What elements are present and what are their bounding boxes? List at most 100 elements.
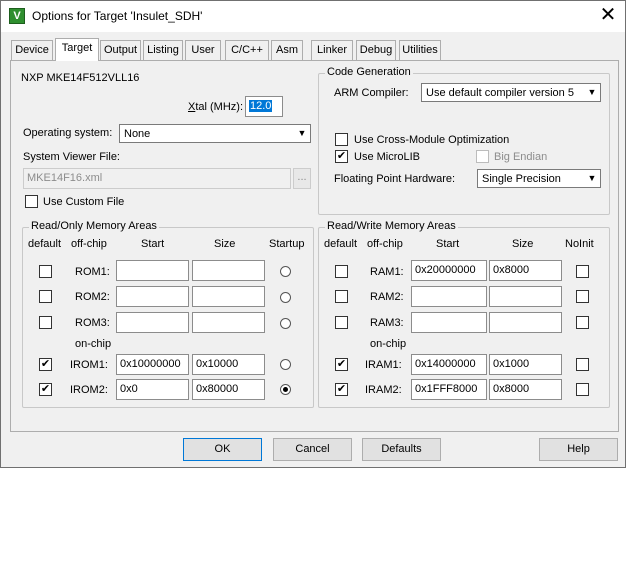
os-label: Operating system:	[23, 127, 113, 139]
window-title: Options for Target 'Insulet_SDH'	[32, 9, 203, 23]
help-button[interactable]: Help	[539, 438, 618, 461]
ram2-noinit-checkbox[interactable]	[576, 290, 589, 303]
close-button[interactable]: ✕	[593, 3, 623, 29]
target-tab-panel: NXP MKE14F512VLL16 Xtal (MHz): 12.0 Oper…	[10, 60, 619, 432]
big-endian-label: Big Endian	[494, 151, 548, 163]
irom2-startup-radio[interactable]	[280, 384, 291, 395]
tab-output[interactable]: Output	[100, 40, 141, 60]
rom2-startup-radio[interactable]	[280, 292, 291, 303]
irom1-size-input[interactable]: 0x10000	[192, 354, 265, 375]
ram1-default-checkbox[interactable]	[335, 265, 348, 278]
tab-user[interactable]: User	[185, 40, 221, 60]
chevron-down-icon: ▼	[297, 128, 307, 138]
rom2-label: ROM2:	[75, 291, 110, 303]
ram1-start-input[interactable]: 0x20000000	[411, 260, 487, 281]
rom-header-default: default	[28, 238, 62, 250]
ram-header-default: default	[324, 238, 358, 250]
irom1-default-checkbox[interactable]: ✔	[39, 358, 52, 371]
irom1-start-input[interactable]: 0x10000000	[116, 354, 189, 375]
ram3-noinit-checkbox[interactable]	[576, 316, 589, 329]
tab-utilities[interactable]: Utilities	[399, 40, 441, 60]
rom3-default-checkbox[interactable]	[39, 316, 52, 329]
ram2-label: RAM2:	[370, 291, 404, 303]
rom-onchip-label: on-chip	[75, 338, 112, 350]
rom3-startup-radio[interactable]	[280, 318, 291, 329]
rom2-size-input[interactable]	[192, 286, 265, 307]
tab-c-cpp[interactable]: C/C++	[225, 40, 269, 60]
rom3-label: ROM3:	[75, 317, 110, 329]
iram1-size-input[interactable]: 0x1000	[489, 354, 562, 375]
rom2-start-input[interactable]	[116, 286, 189, 307]
options-dialog: V Options for Target 'Insulet_SDH' ✕ Dev…	[0, 0, 626, 468]
iram1-default-checkbox[interactable]: ✔	[335, 358, 348, 371]
ram3-start-input[interactable]	[411, 312, 487, 333]
ram3-default-checkbox[interactable]	[335, 316, 348, 329]
microlib-checkbox[interactable]: ✔	[335, 150, 348, 163]
cross-module-checkbox[interactable]	[335, 133, 348, 146]
os-select[interactable]: None ▼	[119, 124, 311, 143]
tab-listing[interactable]: Listing	[143, 40, 183, 60]
arm-compiler-select[interactable]: Use default compiler version 5 ▼	[421, 83, 601, 102]
rom1-default-checkbox[interactable]	[39, 265, 52, 278]
ram-header-start: Start	[436, 238, 460, 250]
tab-linker[interactable]: Linker	[311, 40, 353, 60]
ok-button[interactable]: OK	[183, 438, 262, 461]
ram-areas-title: Read/Write Memory Areas	[325, 220, 458, 232]
ram2-start-input[interactable]	[411, 286, 487, 307]
device-name: NXP MKE14F512VLL16	[21, 72, 140, 84]
iram2-default-checkbox[interactable]: ✔	[335, 383, 348, 396]
irom1-startup-radio[interactable]	[280, 359, 291, 370]
rom1-start-input[interactable]	[116, 260, 189, 281]
rom1-size-input[interactable]	[192, 260, 265, 281]
iram1-start-input[interactable]: 0x14000000	[411, 354, 487, 375]
ram2-size-input[interactable]	[489, 286, 562, 307]
tab-device[interactable]: Device	[11, 40, 53, 60]
rom3-size-input[interactable]	[192, 312, 265, 333]
ram1-noinit-checkbox[interactable]	[576, 265, 589, 278]
custom-file-label: Use Custom File	[43, 196, 125, 208]
irom1-label: IROM1:	[70, 359, 108, 371]
fp-hardware-label: Floating Point Hardware:	[334, 173, 456, 185]
rom1-startup-radio[interactable]	[280, 266, 291, 277]
cancel-button[interactable]: Cancel	[273, 438, 352, 461]
ram1-label: RAM1:	[370, 266, 404, 278]
irom2-label: IROM2:	[70, 384, 108, 396]
ram2-default-checkbox[interactable]	[335, 290, 348, 303]
defaults-button[interactable]: Defaults	[362, 438, 441, 461]
iram1-noinit-checkbox[interactable]	[576, 358, 589, 371]
ram-onchip-label: on-chip	[370, 338, 407, 350]
rom2-default-checkbox[interactable]	[39, 290, 52, 303]
irom2-start-input[interactable]: 0x0	[116, 379, 189, 400]
chevron-down-icon: ▼	[587, 173, 597, 183]
iram2-noinit-checkbox[interactable]	[576, 383, 589, 396]
custom-file-checkbox[interactable]	[25, 195, 38, 208]
tab-target[interactable]: Target	[55, 38, 99, 61]
radio-selected-dot	[283, 387, 288, 392]
svf-browse-button[interactable]: ...	[293, 168, 311, 189]
fp-hardware-select[interactable]: Single Precision ▼	[477, 169, 601, 188]
tab-debug[interactable]: Debug	[356, 40, 396, 60]
chevron-down-icon: ▼	[587, 87, 597, 97]
rom-header-size: Size	[214, 238, 236, 250]
ram3-label: RAM3:	[370, 317, 404, 329]
irom2-default-checkbox[interactable]: ✔	[39, 383, 52, 396]
arm-compiler-label: ARM Compiler:	[334, 87, 409, 99]
iram1-label: IRAM1:	[365, 359, 402, 371]
irom2-size-input[interactable]: 0x80000	[192, 379, 265, 400]
svf-input[interactable]: MKE14F16.xml	[23, 168, 291, 189]
svf-label: System Viewer File:	[23, 151, 120, 163]
iram2-size-input[interactable]: 0x8000	[489, 379, 562, 400]
ram3-size-input[interactable]	[489, 312, 562, 333]
ram1-size-input[interactable]: 0x8000	[489, 260, 562, 281]
title-bar: V Options for Target 'Insulet_SDH' ✕	[1, 1, 625, 32]
ram-header-size: Size	[512, 238, 534, 250]
keil-app-icon: V	[9, 8, 25, 24]
rom3-start-input[interactable]	[116, 312, 189, 333]
iram2-start-input[interactable]: 0x1FFF8000	[411, 379, 487, 400]
ram-areas-group: Read/Write Memory Areas default off-chip…	[318, 220, 610, 408]
tab-asm[interactable]: Asm	[271, 40, 303, 60]
iram2-label: IRAM2:	[365, 384, 402, 396]
ram-header-offchip: off-chip	[367, 238, 403, 250]
big-endian-checkbox[interactable]	[476, 150, 489, 163]
xtal-input[interactable]: 12.0	[245, 96, 283, 117]
